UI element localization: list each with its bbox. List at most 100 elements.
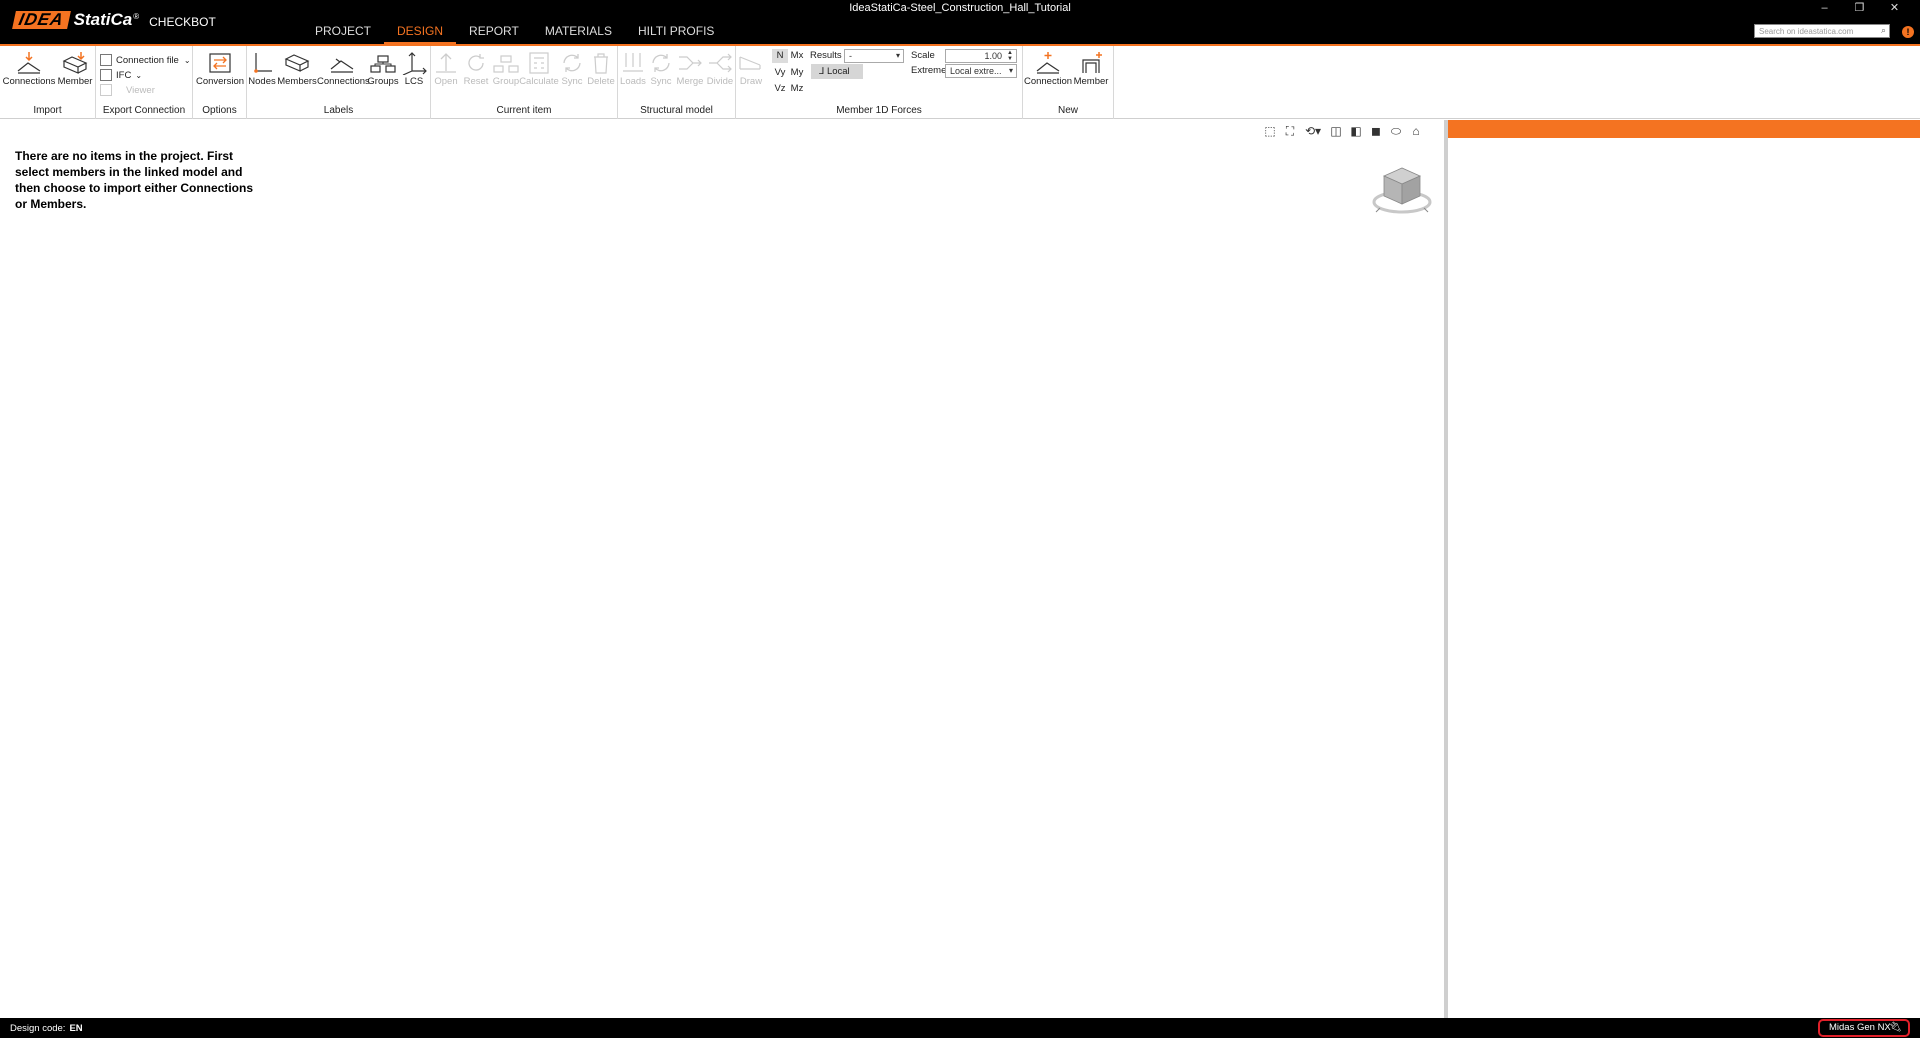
group-labels: Nodes Members Connections Groups LCS Lab… — [247, 46, 431, 119]
spinner-icon[interactable]: ▲ ▼ — [1007, 50, 1013, 62]
chevron-down-icon: ▾ — [1008, 66, 1013, 75]
structural-sync-button[interactable]: Sync — [646, 49, 676, 91]
loads-icon — [623, 53, 643, 72]
labels-nodes-label: Nodes — [248, 76, 276, 87]
forces-draw-label: Draw — [739, 76, 763, 87]
group-options-label: Options — [202, 105, 237, 116]
current-calculate-button[interactable]: Calculate — [519, 49, 559, 91]
current-delete-button[interactable]: Delete — [585, 49, 617, 91]
rotate-icon[interactable]: ⟲▾ — [1300, 122, 1326, 140]
force-n-button[interactable]: N — [772, 49, 788, 63]
export-connection-file-button[interactable]: Connection file ⌄ — [100, 53, 191, 67]
nodes-icon — [254, 53, 272, 73]
force-mx-button[interactable]: Mx — [789, 49, 805, 63]
sync-icon — [563, 54, 581, 72]
open-icon — [436, 53, 456, 73]
tab-project[interactable]: PROJECT — [302, 18, 384, 44]
labels-connections-button[interactable]: Connections — [317, 49, 370, 91]
current-sync-button[interactable]: Sync — [557, 49, 587, 91]
app-window: IDEA StatiCa ® CHECKBOT IdeaStatiCa-Stee… — [0, 0, 1920, 1038]
force-my-button[interactable]: My — [789, 66, 805, 80]
import-connections-icon — [17, 52, 41, 74]
tab-report[interactable]: REPORT — [456, 18, 532, 44]
local-toggle-button[interactable]: ⅃ Local — [811, 64, 863, 79]
navigation-cube[interactable] — [1370, 158, 1434, 218]
structural-loads-button[interactable]: Loads — [618, 49, 648, 91]
draw-icon — [739, 56, 761, 70]
scale-input[interactable]: 1.00 ▲ ▼ — [945, 49, 1017, 63]
labels-lcs-button[interactable]: LCS — [399, 49, 429, 91]
structural-divide-button[interactable]: Divide — [704, 49, 736, 91]
info-icon[interactable]: ! — [1902, 26, 1914, 38]
scale-value: 1.00 — [984, 51, 1002, 61]
groups-icon — [370, 55, 396, 73]
forces-draw-button[interactable]: Draw — [736, 49, 766, 91]
current-calculate-label: Calculate — [519, 76, 559, 87]
force-vz-button[interactable]: Vz — [772, 82, 788, 96]
labels-members-button[interactable]: Members — [277, 49, 317, 91]
tab-materials[interactable]: MATERIALS — [532, 18, 625, 44]
view-toolbar: ⬚ ⛶ ⟲▾ ◫ ◧ ◼ ⬭ ⌂ — [1260, 122, 1426, 140]
window-title: IdeaStatiCa-Steel_Construction_Hall_Tuto… — [849, 2, 1071, 14]
select-icon[interactable]: ⬚ — [1260, 122, 1280, 140]
tab-hilti-profis[interactable]: HILTI PROFIS — [625, 18, 727, 44]
export-viewer-button[interactable]: Viewer — [100, 83, 155, 97]
lcs-icon — [402, 52, 427, 75]
restore-button[interactable]: ❐ — [1842, 0, 1877, 16]
new-connection-icon — [1036, 52, 1060, 74]
new-connection-button[interactable]: Connection — [1023, 49, 1073, 91]
zoom-extents-icon[interactable]: ⛶ — [1280, 122, 1300, 140]
import-connections-button[interactable]: Connections — [2, 49, 56, 91]
structural-merge-button[interactable]: Merge — [674, 49, 706, 91]
connection-file-label: Connection file — [116, 54, 179, 66]
labels-nodes-button[interactable]: Nodes — [247, 49, 277, 91]
chevron-down-icon: ▾ — [895, 51, 900, 60]
conversion-button[interactable]: Conversion — [195, 49, 245, 91]
results-value: - — [849, 51, 852, 61]
search-input[interactable]: Search on ideastatica.com ⌕ — [1754, 24, 1890, 38]
linked-app-button[interactable]: Midas Gen NX 🔌︎ — [1818, 1019, 1910, 1037]
close-button[interactable]: ✕ — [1877, 0, 1912, 16]
labels-groups-button[interactable]: Groups — [367, 49, 399, 91]
current-group-button[interactable]: Group — [491, 49, 521, 91]
properties-panel — [1448, 120, 1920, 1018]
current-open-button[interactable]: Open — [431, 49, 461, 91]
view-transparent-icon[interactable]: ◧ — [1346, 122, 1366, 140]
export-ifc-button[interactable]: IFC ⌄ — [100, 68, 142, 82]
tab-design[interactable]: DESIGN — [384, 18, 457, 44]
extreme-label: Extreme — [911, 65, 947, 76]
sync-icon — [652, 54, 670, 72]
scale-label: Scale — [911, 50, 935, 61]
import-member-button[interactable]: Member — [52, 49, 98, 91]
new-connection-label: Connection — [1023, 76, 1073, 87]
force-mz-button[interactable]: Mz — [789, 82, 805, 96]
group-structural-model: Loads Sync Merge Divide Structural model — [618, 46, 736, 119]
local-label: Local — [826, 66, 850, 77]
structural-sync-label: Sync — [650, 76, 672, 87]
connection-file-icon — [100, 54, 112, 66]
group-export-label: Export Connection — [102, 105, 186, 116]
group-icon — [493, 55, 519, 73]
window-controls: – ❐ ✕ — [1807, 0, 1912, 16]
minimize-button[interactable]: – — [1807, 0, 1842, 16]
results-dropdown[interactable]: - ▾ — [844, 49, 904, 63]
current-reset-button[interactable]: Reset — [461, 49, 491, 91]
group-new: Connection Member New — [1023, 46, 1114, 119]
import-member-label: Member — [57, 76, 93, 87]
view-wireframe-icon[interactable]: ◫ — [1326, 122, 1346, 140]
new-member-icon — [1082, 52, 1102, 73]
view-section-icon[interactable]: ⬭ — [1386, 122, 1406, 140]
extreme-dropdown[interactable]: Local extre... ▾ — [945, 64, 1017, 78]
product-name: CHECKBOT — [149, 14, 216, 29]
search-icon[interactable]: ⌕ — [1881, 26, 1886, 35]
home-view-icon[interactable]: ⌂ — [1406, 122, 1426, 140]
group-member-forces: Draw N Mx Vy My Vz Mz Results - ▾ Scale … — [736, 46, 1023, 119]
new-member-button[interactable]: Member — [1071, 49, 1111, 91]
ifc-icon — [100, 69, 112, 81]
force-vy-button[interactable]: Vy — [772, 66, 788, 80]
view-solid-icon[interactable]: ◼ — [1366, 122, 1386, 140]
viewer-icon — [100, 84, 112, 96]
model-viewport[interactable]: There are no items in the project. First… — [0, 120, 1444, 1018]
group-current-item: Open Reset Group Calculate Sync Delete C… — [431, 46, 618, 119]
delete-icon — [594, 53, 608, 74]
